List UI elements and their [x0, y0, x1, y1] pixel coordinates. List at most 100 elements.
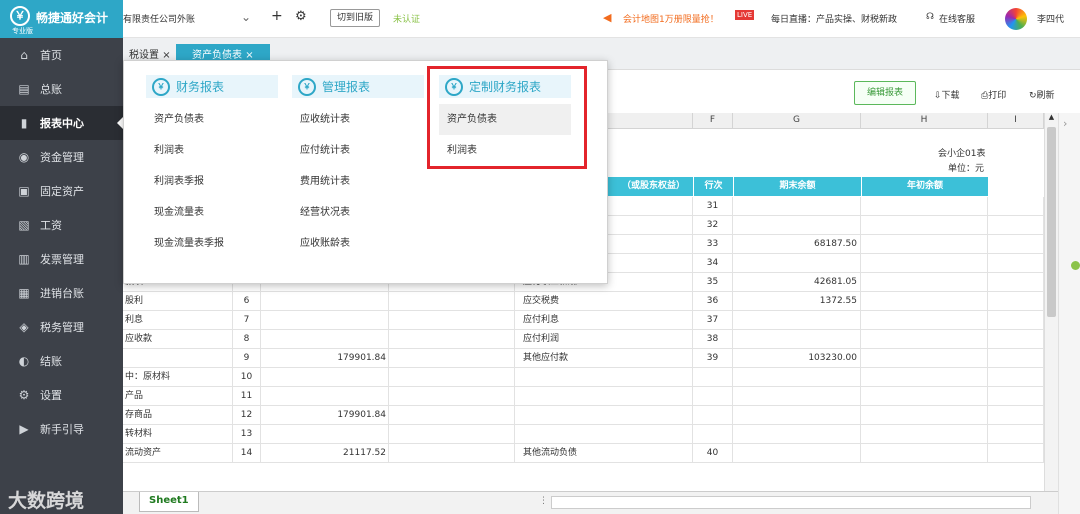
table-cell[interactable]: 38 [693, 330, 733, 349]
table-cell[interactable]: 37 [693, 311, 733, 330]
table-cell[interactable]: 179901.84 [261, 349, 389, 368]
table-row[interactable]: 利息 7 应付利息 37 [123, 311, 1044, 330]
table-cell[interactable]: 13 [233, 425, 261, 444]
table-cell[interactable] [988, 330, 1044, 349]
table-cell[interactable] [389, 349, 515, 368]
menu-item[interactable]: 费用统计表 [292, 166, 424, 197]
table-cell[interactable]: 应收款 [123, 330, 233, 349]
table-cell[interactable]: 33 [693, 235, 733, 254]
table-cell[interactable] [261, 387, 389, 406]
menu-item[interactable]: 利润表 [146, 135, 278, 166]
sidebar-item[interactable]: ▥ 发票管理 [0, 242, 123, 276]
table-cell[interactable] [861, 235, 988, 254]
table-cell[interactable]: 6 [233, 292, 261, 311]
gear-icon[interactable]: ⚙ [295, 9, 307, 24]
table-cell[interactable]: 存商品 [123, 406, 233, 425]
chevron-down-icon[interactable]: ⌄ [241, 10, 251, 24]
table-cell[interactable] [988, 235, 1044, 254]
more-icon[interactable]: ⋮ [539, 496, 548, 506]
table-cell[interactable] [733, 311, 861, 330]
table-cell[interactable]: 应付利息 [515, 311, 693, 330]
table-cell[interactable] [389, 292, 515, 311]
sidebar-item[interactable]: ◐ 结账 [0, 344, 123, 378]
table-cell[interactable] [861, 273, 988, 292]
table-cell[interactable]: 应交税费 [515, 292, 693, 311]
auth-status[interactable]: 未认证 [393, 12, 420, 25]
table-cell[interactable] [261, 368, 389, 387]
scroll-up-icon[interactable]: ▲ [1045, 113, 1058, 121]
table-cell[interactable] [988, 406, 1044, 425]
download-button[interactable]: ⇩下载 [934, 88, 960, 101]
sidebar-item[interactable]: ⌂ 首页 [0, 38, 123, 72]
table-cell[interactable]: 应付利润 [515, 330, 693, 349]
sidebar-item[interactable]: ▮ 报表中心 [0, 106, 123, 140]
table-cell[interactable] [861, 406, 988, 425]
table-cell[interactable] [693, 368, 733, 387]
table-row[interactable]: 存商品 12 179901.84 [123, 406, 1044, 425]
column-header-g[interactable]: G [733, 113, 861, 129]
table-cell[interactable]: 产品 [123, 387, 233, 406]
table-cell[interactable] [733, 368, 861, 387]
table-cell[interactable] [261, 330, 389, 349]
scroll-thumb[interactable] [1047, 127, 1056, 317]
sidebar-item[interactable]: ◉ 资金管理 [0, 140, 123, 174]
table-cell[interactable] [733, 216, 861, 235]
sidebar-item[interactable]: ▧ 工资 [0, 208, 123, 242]
table-cell[interactable]: 10 [233, 368, 261, 387]
table-cell[interactable] [861, 387, 988, 406]
chevron-right-icon[interactable]: › [1063, 117, 1067, 130]
print-button[interactable]: ⎙打印 [981, 88, 1006, 101]
menu-item[interactable]: 应收账龄表 [292, 228, 424, 259]
menu-item[interactable]: 应收统计表 [292, 104, 424, 135]
table-cell[interactable] [861, 197, 988, 216]
column-header-i[interactable]: I [988, 113, 1044, 129]
table-cell[interactable] [389, 387, 515, 406]
table-cell[interactable]: 1372.55 [733, 292, 861, 311]
edit-report-button[interactable]: 编辑报表 [854, 81, 916, 105]
refresh-button[interactable]: ↻刷新 [1029, 88, 1055, 101]
table-cell[interactable] [988, 216, 1044, 235]
table-cell[interactable]: 103230.00 [733, 349, 861, 368]
table-cell[interactable] [988, 425, 1044, 444]
table-cell[interactable]: 42681.05 [733, 273, 861, 292]
table-cell[interactable] [988, 292, 1044, 311]
table-cell[interactable] [693, 387, 733, 406]
table-cell[interactable]: 36 [693, 292, 733, 311]
menu-item[interactable]: 现金流量表季报 [146, 228, 278, 259]
logo[interactable]: ￥ 畅捷通好会计 专业版 [0, 0, 123, 38]
horizontal-scrollbar[interactable] [551, 496, 1031, 509]
table-cell[interactable] [861, 254, 988, 273]
user-name[interactable]: 李四代 [1037, 12, 1064, 25]
table-cell[interactable] [389, 444, 515, 463]
sidebar-item[interactable]: ▣ 固定资产 [0, 174, 123, 208]
table-row[interactable]: 流动资产 14 21117.52 其他流动负债 40 [123, 444, 1044, 463]
table-cell[interactable] [389, 406, 515, 425]
table-cell[interactable] [988, 387, 1044, 406]
table-row[interactable]: 转材料 13 [123, 425, 1044, 444]
table-cell[interactable]: 9 [233, 349, 261, 368]
menu-item[interactable]: 应付统计表 [292, 135, 424, 166]
table-cell[interactable] [988, 273, 1044, 292]
table-cell[interactable] [389, 368, 515, 387]
vertical-scrollbar[interactable]: ▲ [1044, 113, 1058, 491]
sidebar-item[interactable]: ▦ 进销台账 [0, 276, 123, 310]
table-cell[interactable] [733, 197, 861, 216]
menu-item[interactable]: 利润表季报 [146, 166, 278, 197]
table-cell[interactable] [861, 425, 988, 444]
table-cell[interactable] [693, 425, 733, 444]
table-row[interactable]: 应收款 8 应付利润 38 [123, 330, 1044, 349]
table-cell[interactable] [515, 406, 693, 425]
table-cell[interactable]: 中：原材料 [123, 368, 233, 387]
menu-item[interactable]: 资产负债表 [146, 104, 278, 135]
menu-item[interactable]: 经营状况表 [292, 197, 424, 228]
table-cell[interactable]: 39 [693, 349, 733, 368]
company-name[interactable]: 有限责任公司外账 [123, 12, 195, 25]
table-cell[interactable]: 12 [233, 406, 261, 425]
table-cell[interactable] [733, 444, 861, 463]
column-header-f[interactable]: F [693, 113, 733, 129]
switch-old-version-button[interactable]: 切到旧版 [330, 9, 381, 27]
table-cell[interactable] [988, 197, 1044, 216]
table-cell[interactable]: 转材料 [123, 425, 233, 444]
table-cell[interactable] [515, 368, 693, 387]
sidebar-item[interactable]: ◈ 税务管理 [0, 310, 123, 344]
